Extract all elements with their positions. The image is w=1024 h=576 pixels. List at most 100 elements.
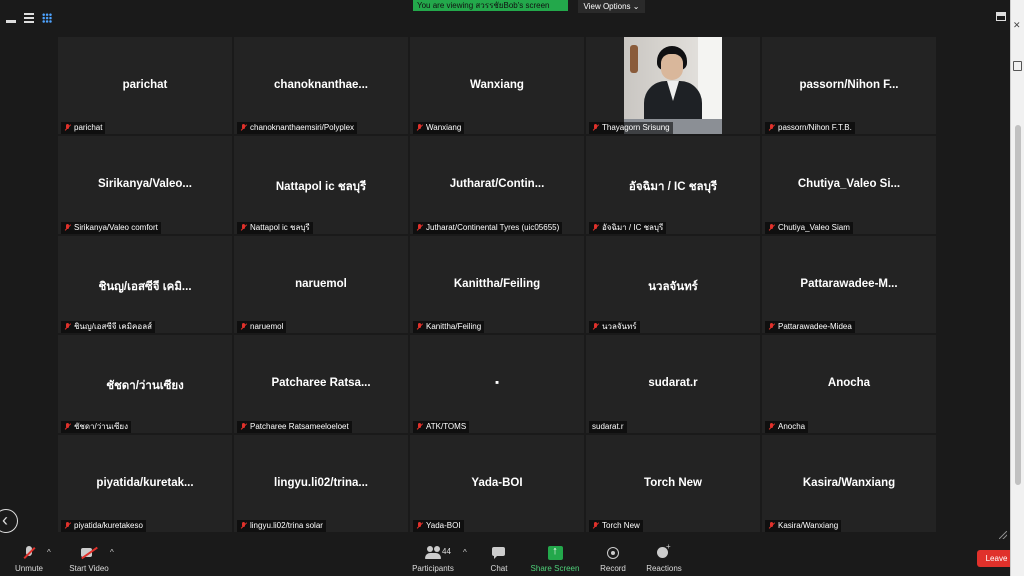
participant-tile[interactable]: ชัชดา/ว่านเซียง ชัชดา/ว่านเซียง (57, 334, 233, 434)
mic-muted-icon (25, 546, 33, 560)
participant-name-text: lingyu.li02/trina solar (250, 520, 323, 530)
participant-name-label: ชัชดา/ว่านเซียง (61, 420, 131, 433)
participant-tile[interactable]: Anocha Anocha (761, 334, 937, 434)
participant-tile[interactable]: sudarat.r sudarat.r (585, 334, 761, 434)
resize-grip[interactable] (999, 531, 1007, 539)
prev-page-button[interactable] (0, 509, 18, 533)
participant-name-label: passorn/Nihon F.T.B. (765, 122, 855, 135)
participants-options-caret[interactable]: ^ (463, 548, 467, 557)
participant-tile[interactable]: Nattapol ic ชลบุรี Nattapol ic ชลบุรี (233, 135, 409, 235)
participant-display-name: Jutharat/Contin... (449, 178, 545, 191)
mic-muted-icon (240, 124, 247, 132)
screen-share-banner: You are viewing สวรรชัยBob's screen (413, 0, 568, 11)
participant-name-text: อัจฉิมา / IC ชลบุรี (602, 222, 664, 232)
participant-name-label: Patcharee Ratsameeloeloet (237, 420, 352, 433)
minimize-icon[interactable] (6, 13, 16, 23)
start-video-label: Start Video (69, 564, 109, 573)
participant-tile[interactable]: Thayagorn Srisung (585, 36, 761, 136)
participant-tile[interactable]: Torch New Torch New (585, 433, 761, 533)
mic-muted-icon (64, 422, 71, 431)
participant-tile[interactable]: อัจฉิมา / IC ชลบุรี อัจฉิมา / IC ชลบุรี (585, 135, 761, 235)
participant-name-label: naruemol (237, 321, 287, 334)
document-icon (1013, 61, 1022, 71)
participant-tile[interactable]: Pattarawadee-M... Pattarawadee-Midea (761, 234, 937, 335)
unmute-button[interactable]: Unmute (12, 543, 46, 576)
participant-name-text: naruemol (250, 322, 284, 332)
participant-name-text: Nattapol ic ชลบุรี (250, 222, 310, 232)
reactions-button[interactable]: Reactions (645, 542, 683, 576)
participant-tile[interactable]: chanoknanthae... chanoknanthaemsiri/Polyp… (233, 36, 409, 136)
reactions-icon (657, 542, 671, 560)
mic-muted-icon (592, 521, 599, 530)
mic-muted-icon (416, 323, 423, 331)
participant-name-label: Yada-BOI (413, 519, 464, 532)
participant-tile[interactable]: Patcharee Ratsa... Patcharee Ratsameeloel… (233, 334, 409, 434)
participant-display-name: Anocha (827, 377, 871, 390)
participant-tile[interactable]: Yada-BOI Yada-BOI (409, 433, 585, 533)
participant-tile[interactable]: ชินญ/เอสซีจี เคมิ... ชินญ/เอสซีจี เคมิคอล… (57, 234, 233, 335)
participant-tile[interactable]: Kanittha/Feiling Kanittha/Feiling (409, 234, 585, 335)
start-video-button[interactable]: Start Video (66, 543, 112, 576)
participant-name-label: อัจฉิมา / IC ชลบุรี (589, 221, 667, 234)
participant-tile[interactable]: Chutiya_Valeo Si... Chutiya_Valeo Siam (761, 135, 937, 235)
participant-name-text: Kanittha/Feiling (426, 322, 482, 332)
participant-name-label: Chutiya_Valeo Siam (765, 221, 853, 234)
mic-muted-icon (768, 521, 775, 530)
participant-display-name: Sirikanya/Valeo... (98, 178, 192, 191)
participant-display-name: Chutiya_Valeo Si... (797, 178, 901, 191)
participants-count: 44 (442, 547, 451, 556)
participant-name-label: Thayagorn Srisung (589, 122, 673, 135)
participant-tile[interactable]: passorn/Nihon F... passorn/Nihon F.T.B. (761, 36, 937, 136)
view-options-button[interactable]: View Options ⌄ (578, 0, 645, 13)
participant-tile[interactable]: piyatida/kuretak... piyatida/kuretakeso (57, 433, 233, 533)
participant-tile[interactable]: Jutharat/Contin... Jutharat/Continental T… (409, 135, 585, 235)
share-screen-icon (547, 545, 563, 560)
share-screen-button[interactable]: Share Screen (530, 543, 580, 576)
participant-display-name: ชัชดา/ว่านเซียง (106, 380, 184, 393)
top-bar: You are viewing สวรรชัยBob's screen View… (0, 0, 1010, 34)
speaker-view-icon[interactable] (24, 13, 34, 23)
mic-muted-icon (592, 124, 599, 132)
participant-tile[interactable]: Wanxiang Wanxiang (409, 36, 585, 136)
fullscreen-icon[interactable] (996, 12, 1006, 21)
participant-name-text: Torch New (602, 520, 640, 530)
chat-icon (492, 546, 506, 560)
participant-name-text: ATK/TOMS (426, 421, 467, 431)
participant-tile[interactable]: lingyu.li02/trina... lingyu.li02/trina so… (233, 433, 409, 533)
participant-display-name: ชินญ/เอสซีจี เคมิ... (98, 280, 192, 293)
mic-muted-icon (240, 422, 247, 431)
participant-name-label: Sirikanya/Valeo comfort (61, 221, 161, 234)
participant-tile[interactable]: Sirikanya/Valeo... Sirikanya/Valeo comfor… (57, 135, 233, 235)
participant-name-text: นวลจันทร์ (602, 322, 637, 332)
participants-icon (425, 546, 441, 560)
participant-name-text: piyatida/kuretakeso (74, 520, 143, 530)
audio-options-caret[interactable]: ^ (47, 548, 51, 557)
gallery-view-icon[interactable] (42, 13, 52, 23)
participants-label: Participants (412, 564, 454, 573)
participant-display-name: naruemol (295, 277, 347, 290)
participant-name-text: Kasira/Wanxiang (778, 520, 839, 530)
participant-display-name: piyatida/kuretak... (96, 476, 194, 489)
zoom-meeting-window: You are viewing สวรรชัยBob's screen View… (0, 0, 1010, 576)
participant-tile[interactable]: parichat parichat (57, 36, 233, 136)
participant-name-label: Kasira/Wanxiang (765, 519, 842, 532)
mic-muted-icon (592, 323, 599, 331)
participant-tile[interactable]: นวลจันทร์ นวลจันทร์ (585, 234, 761, 335)
scrollbar[interactable] (1015, 125, 1021, 485)
participant-name-text: chanoknanthaemsiri/Polyplex (250, 123, 355, 133)
chat-button[interactable]: Chat (486, 543, 512, 576)
participant-video (624, 37, 722, 134)
mic-muted-icon (64, 323, 71, 331)
record-button[interactable]: Record (598, 543, 628, 576)
participant-tile[interactable]: naruemol naruemol (233, 234, 409, 335)
mic-muted-icon (240, 223, 247, 232)
mic-muted-icon (240, 521, 247, 530)
participants-button[interactable]: 44 Participants (409, 543, 457, 576)
participant-tile[interactable]: ▪ ATK/TOMS (409, 334, 585, 434)
video-options-caret[interactable]: ^ (110, 548, 114, 557)
participant-tile[interactable]: Kasira/Wanxiang Kasira/Wanxiang (761, 433, 937, 533)
participant-name-text: sudarat.r (592, 421, 624, 431)
participant-name-label: ATK/TOMS (413, 420, 470, 433)
mic-muted-icon (64, 223, 71, 232)
participant-display-name: Pattarawadee-M... (800, 277, 898, 290)
